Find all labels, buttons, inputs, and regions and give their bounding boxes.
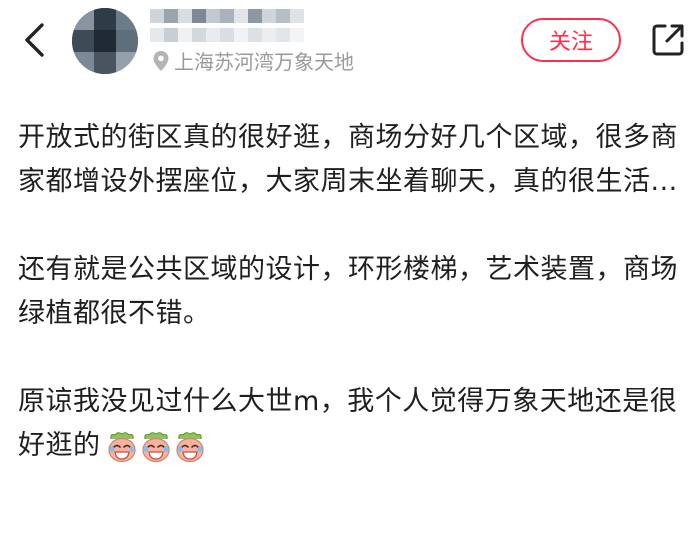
post-body: 开放式的街区真的很好逛，商场分好几个区域，很多商家都增设外摆座位，大家周末坐着聊… <box>18 116 684 468</box>
map-pin-icon <box>153 50 169 71</box>
chevron-left-icon <box>25 23 44 57</box>
username-blurred[interactable] <box>150 8 304 42</box>
post-header: 上海苏河湾万象天地 关注 <box>0 0 700 84</box>
post-paragraph: 还有就是公共区域的设计，环形楼梯，艺术装置，商场绿植都很不错。 <box>18 254 678 329</box>
laughing-tears-emoji <box>141 431 170 462</box>
share-button[interactable] <box>648 20 688 60</box>
emoji-group <box>105 430 207 464</box>
location-tag[interactable]: 上海苏河湾万象天地 <box>152 46 354 75</box>
follow-button[interactable]: 关注 <box>521 18 621 62</box>
laughing-tears-emoji <box>175 431 204 462</box>
back-button[interactable] <box>16 18 52 62</box>
post-paragraph-last: 原谅我没见过什么大世m，我个人觉得万象天地还是很好逛的 <box>18 380 684 468</box>
share-icon <box>652 24 684 56</box>
location-text: 上海苏河湾万象天地 <box>174 50 354 74</box>
laughing-tears-emoji <box>107 431 136 462</box>
post-paragraph: 开放式的街区真的很好逛，商场分好几个区域，很多商家都增设外摆座位，大家周末坐着聊… <box>18 122 678 197</box>
avatar[interactable] <box>72 8 138 74</box>
